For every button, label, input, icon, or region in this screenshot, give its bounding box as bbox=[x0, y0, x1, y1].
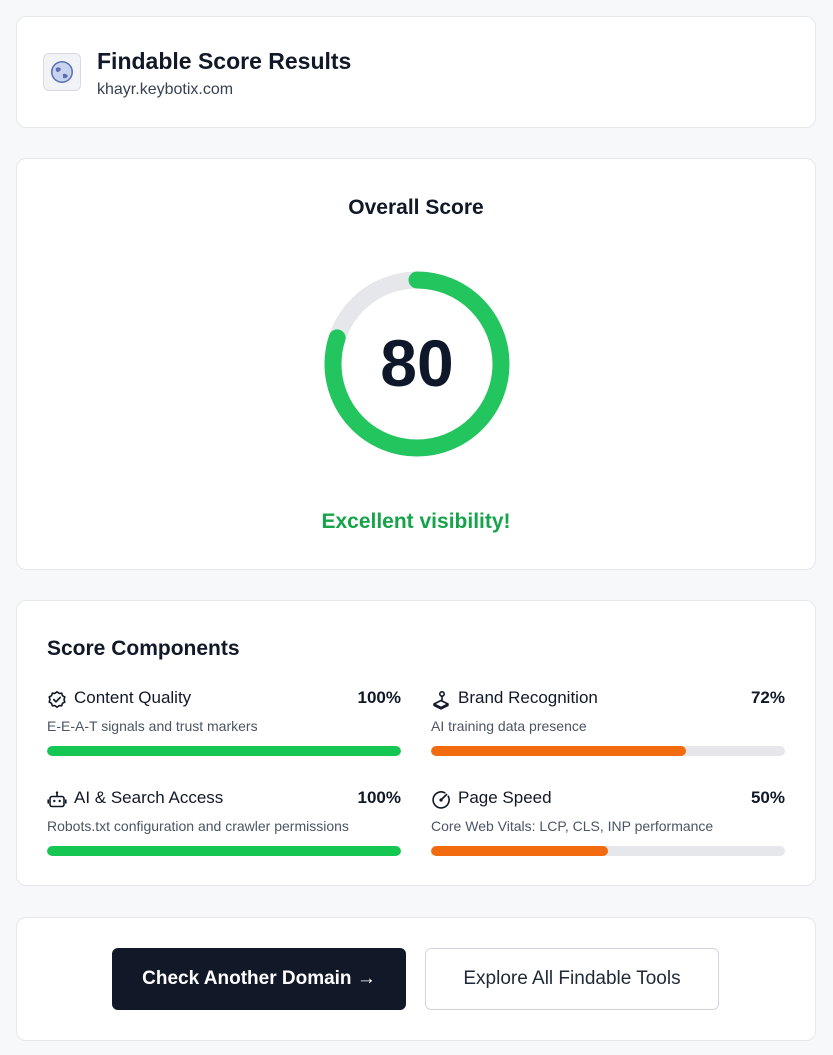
progress-fill bbox=[431, 746, 686, 756]
check-another-domain-button[interactable]: Check Another Domain → bbox=[112, 948, 406, 1010]
score-verdict: Excellent visibility! bbox=[321, 510, 511, 533]
score-components-heading: Score Components bbox=[47, 637, 240, 660]
component-page-speed: Page Speed 50% Core Web Vitals: LCP, CLS… bbox=[431, 788, 785, 868]
header-card: Findable Score Results khayr.keybotix.co… bbox=[16, 16, 816, 128]
component-brand-recognition: Brand Recognition 72% AI training data p… bbox=[431, 688, 785, 768]
check-badge-icon bbox=[47, 690, 67, 710]
component-name: Brand Recognition bbox=[458, 688, 598, 707]
overall-score-card: Overall Score 80 Excellent visibility! bbox=[16, 158, 816, 570]
brand-icon bbox=[431, 690, 451, 710]
progress-fill bbox=[431, 846, 608, 856]
component-description: Core Web Vitals: LCP, CLS, INP performan… bbox=[431, 818, 714, 834]
progress-track bbox=[431, 746, 785, 756]
component-name: Content Quality bbox=[74, 688, 192, 707]
overall-score-value: 80 bbox=[380, 326, 454, 400]
progress-fill bbox=[47, 746, 401, 756]
overall-score-heading: Overall Score bbox=[348, 196, 484, 219]
component-description: Robots.txt configuration and crawler per… bbox=[47, 818, 349, 834]
globe-icon bbox=[43, 53, 81, 91]
progress-track bbox=[47, 746, 401, 756]
progress-fill bbox=[47, 846, 401, 856]
component-content-quality: Content Quality 100% E-E-A-T signals and… bbox=[47, 688, 401, 768]
progress-track bbox=[431, 846, 785, 856]
component-percent: 72% bbox=[750, 688, 785, 707]
domain-name: khayr.keybotix.com bbox=[97, 81, 234, 98]
score-gauge: 80 bbox=[324, 271, 510, 457]
component-percent: 50% bbox=[750, 788, 785, 807]
component-name: Page Speed bbox=[458, 788, 552, 807]
page-title: Findable Score Results bbox=[97, 48, 352, 74]
component-ai-search-access: AI & Search Access 100% Robots.txt confi… bbox=[47, 788, 401, 868]
score-components-card: Score Components Content Quality 100% E-… bbox=[16, 600, 816, 886]
component-percent: 100% bbox=[357, 788, 401, 807]
actions-card: Check Another Domain → Explore All Finda… bbox=[16, 917, 816, 1041]
component-description: AI training data presence bbox=[431, 718, 587, 734]
gauge-icon bbox=[431, 790, 451, 810]
component-description: E-E-A-T signals and trust markers bbox=[47, 718, 258, 734]
component-name: AI & Search Access bbox=[74, 788, 224, 807]
component-percent: 100% bbox=[357, 688, 401, 707]
progress-track bbox=[47, 846, 401, 856]
explore-tools-button[interactable]: Explore All Findable Tools bbox=[425, 948, 719, 1010]
robot-icon bbox=[47, 790, 67, 810]
